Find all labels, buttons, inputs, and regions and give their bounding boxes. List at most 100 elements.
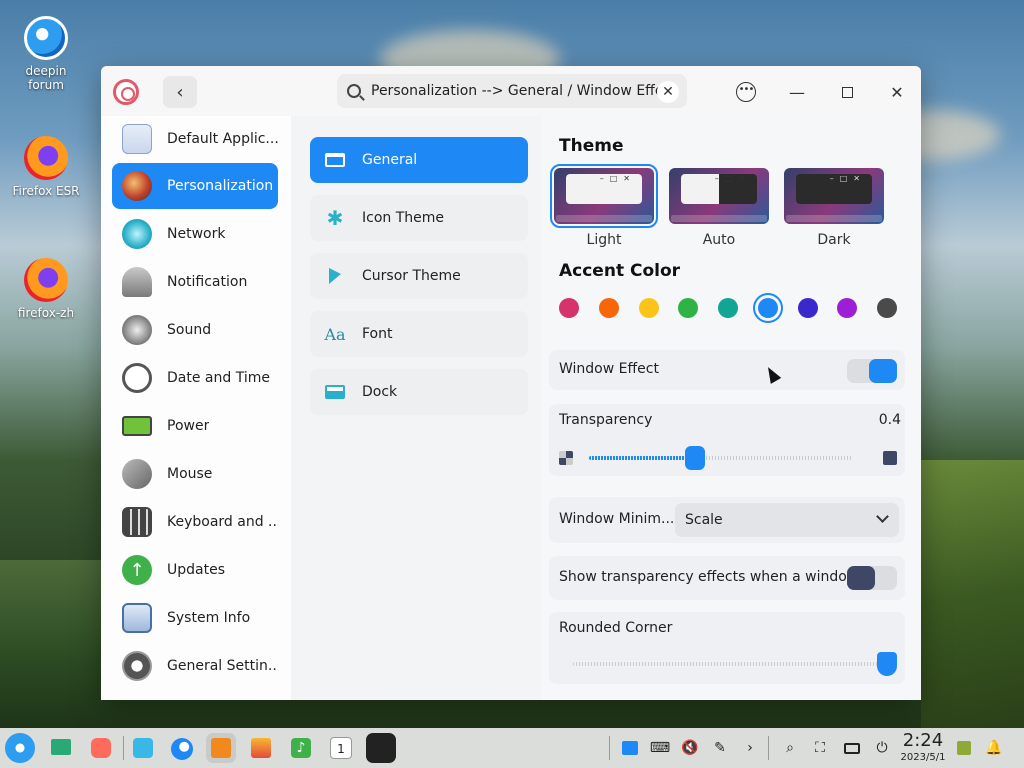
sidebar-item-label: Personalization <box>167 178 274 194</box>
maximize-button[interactable] <box>834 79 860 105</box>
submenu-item-general[interactable]: General <box>310 137 528 183</box>
calendar-button[interactable]: 1 <box>326 733 356 763</box>
file-manager-button[interactable] <box>128 733 158 763</box>
multitasking-view-button[interactable] <box>46 733 76 763</box>
accent-color-swatch[interactable] <box>837 298 858 318</box>
accent-color-swatch[interactable] <box>598 298 619 318</box>
desktop-icon-deepin-forum[interactable]: deepin forum <box>10 16 82 92</box>
desktop-icon-firefox-zh[interactable]: firefox-zh <box>10 258 82 320</box>
window-effect-toggle[interactable] <box>847 359 897 383</box>
network-icon <box>122 219 152 249</box>
clock-date: 2023/5/1 <box>900 752 946 763</box>
sidebar-item-mouse[interactable]: Mouse <box>112 451 278 497</box>
theme-option-dark[interactable]: –□✕ Dark <box>784 168 884 248</box>
rounded-corner-slider-track[interactable] <box>573 662 887 666</box>
transparency-value: 0.4 <box>878 412 901 428</box>
sidebar-item-label: Mouse <box>167 466 213 482</box>
desktop-icon-firefox-esr[interactable]: Firefox ESR <box>10 136 82 198</box>
clock[interactable]: 2:24 2023/5/1 <box>900 730 946 764</box>
back-button[interactable]: ‹ <box>163 76 197 108</box>
search-tray-icon[interactable]: ⌕ <box>780 738 800 758</box>
window-minimize-dropdown[interactable]: Scale <box>675 503 899 537</box>
sidebar-item-general-settings[interactable]: General Settin... <box>112 643 278 689</box>
image-viewer-button[interactable] <box>246 733 276 763</box>
transparency-effects-row: Show transparency effects when a windo..… <box>549 556 905 600</box>
window-icon <box>324 152 346 168</box>
keyboard-tray-icon[interactable]: ⌨ <box>650 738 670 758</box>
clear-search-button[interactable]: ✕ <box>657 81 679 103</box>
notification-center-tray-icon[interactable] <box>620 738 640 758</box>
theme-option-light[interactable]: –□✕ Light <box>550 164 658 248</box>
submenu-item-icon-theme[interactable]: ✱ Icon Theme <box>310 195 528 241</box>
sidebar-item-updates[interactable]: ↑ Updates <box>112 547 278 593</box>
submenu-item-label: Dock <box>362 384 398 400</box>
sidebar-item-personalization[interactable]: Personalization <box>112 163 278 209</box>
transparency-effects-toggle[interactable] <box>847 566 897 590</box>
theme-label: Light <box>586 232 622 248</box>
submenu-item-dock[interactable]: Dock <box>310 369 528 415</box>
general-settings-panel: Theme –□✕ Light –□✕ Auto –□✕ Dark Accent… <box>541 116 921 700</box>
dock-preview <box>786 215 882 222</box>
maximize-icon <box>841 86 853 98</box>
sidebar-item-label: Updates <box>167 562 225 578</box>
sidebar-item-system-info[interactable]: System Info <box>112 595 278 641</box>
sidebar-item-label: Sound <box>167 322 212 338</box>
screen-recorder-button[interactable] <box>86 733 116 763</box>
pen-tray-icon[interactable]: ✎ <box>710 738 730 758</box>
sidebar: Default Applic... Personalization Networ… <box>101 116 291 700</box>
sidebar-item-network[interactable]: Network <box>112 211 278 257</box>
onscreen-keyboard-tray-icon[interactable] <box>842 738 862 758</box>
notification-bell-icon[interactable]: 🔔 <box>984 738 1004 758</box>
sidebar-item-notification[interactable]: Notification <box>112 259 278 305</box>
control-center-button[interactable] <box>366 733 396 763</box>
rounded-corner-slider-handle[interactable] <box>877 652 897 676</box>
search-icon <box>347 84 361 98</box>
submenu-item-label: Font <box>362 326 393 342</box>
volume-muted-icon[interactable]: 🔇 <box>680 738 700 758</box>
submenu-item-font[interactable]: Aa Font <box>310 311 528 357</box>
trash-tray-icon[interactable] <box>954 738 974 758</box>
launcher-button[interactable] <box>5 733 35 763</box>
taskbar-separator <box>609 736 610 760</box>
accent-color-swatch[interactable] <box>757 298 778 318</box>
accent-color-swatch[interactable] <box>638 298 659 318</box>
sidebar-item-sound[interactable]: Sound <box>112 307 278 353</box>
transparency-slider-handle[interactable] <box>684 446 705 470</box>
system-info-icon <box>122 603 152 633</box>
keyboard-icon <box>122 507 152 537</box>
accent-color-swatch[interactable] <box>877 298 897 318</box>
window-tray-icon <box>622 741 638 755</box>
sidebar-item-default-applications[interactable]: Default Applic... <box>112 116 278 162</box>
accent-color-swatch[interactable] <box>559 298 579 318</box>
taskbar-separator <box>768 736 769 760</box>
music-button[interactable]: ♪ <box>286 733 316 763</box>
theme-option-auto[interactable]: –□✕ Auto <box>669 168 769 248</box>
close-button[interactable]: ✕ <box>884 79 910 105</box>
clock-icon <box>122 363 152 393</box>
sidebar-item-date-and-time[interactable]: Date and Time <box>112 355 278 401</box>
trash-icon <box>957 741 971 755</box>
window-effect-row: Window Effect <box>549 350 905 390</box>
power-tray-icon[interactable]: ⏻ <box>872 738 892 758</box>
sidebar-item-power[interactable]: Power <box>112 403 278 449</box>
screenshot-tray-icon[interactable]: ⛶ <box>810 738 830 758</box>
minimize-button[interactable]: — <box>784 79 810 105</box>
accent-color-swatch[interactable] <box>718 298 738 318</box>
submenu-item-cursor-theme[interactable]: Cursor Theme <box>310 253 528 299</box>
theme-label: Dark <box>817 232 851 248</box>
sidebar-item-keyboard[interactable]: Keyboard and ... <box>112 499 278 545</box>
browser-button[interactable] <box>167 733 197 763</box>
app-store-button[interactable] <box>206 733 236 763</box>
speaker-icon <box>122 315 152 345</box>
accent-color-swatch[interactable] <box>797 298 818 318</box>
default-apps-icon <box>122 124 152 154</box>
search-box: ✕ <box>337 74 687 108</box>
desktop-icon-label: Firefox ESR <box>12 184 80 198</box>
sidebar-item-label: Notification <box>167 274 248 290</box>
accent-color-swatch[interactable] <box>678 298 699 318</box>
window-minimize-row: Window Minim... Scale <box>549 497 905 543</box>
more-icon: ••• <box>736 82 756 102</box>
search-input[interactable] <box>371 83 661 99</box>
expand-tray-icon[interactable]: › <box>740 738 760 758</box>
main-menu-button[interactable]: ••• <box>733 79 759 105</box>
